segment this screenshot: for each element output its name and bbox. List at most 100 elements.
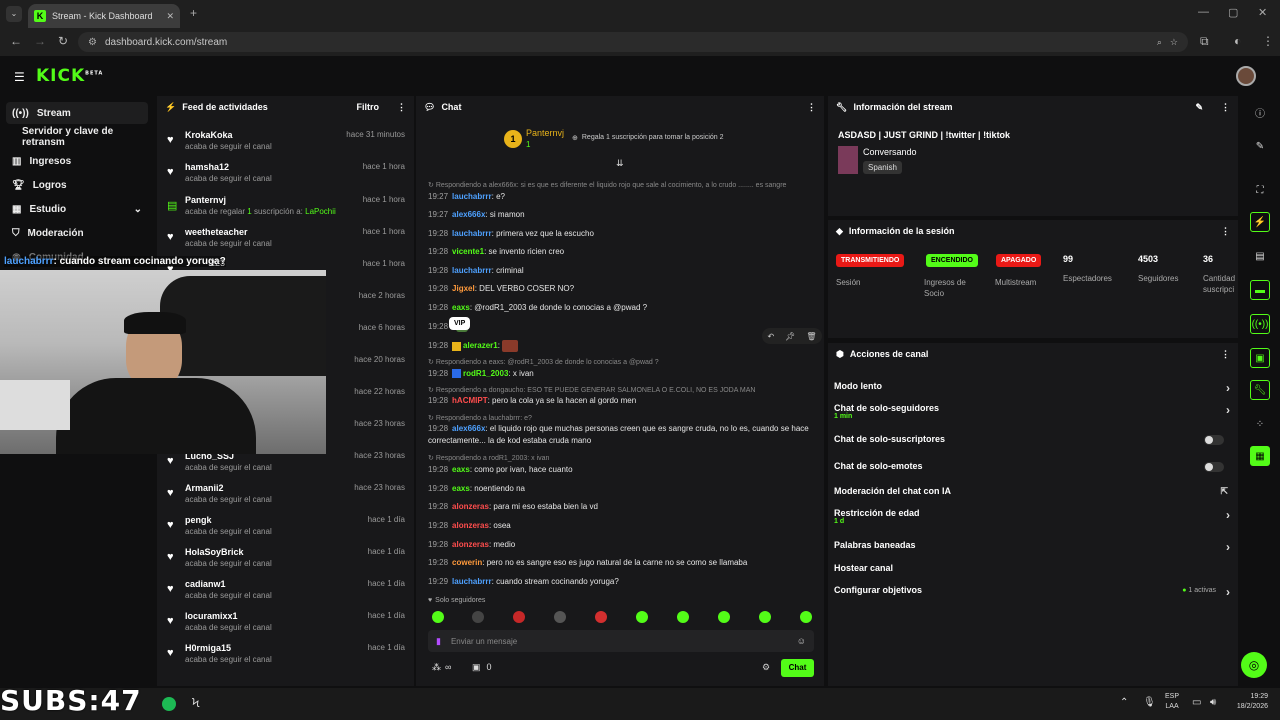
message-username[interactable]: eaxs [452,303,470,312]
message-username[interactable]: lauchabrrr [452,192,492,201]
tab-close-icon[interactable]: ✕ [166,11,174,22]
activity-item[interactable]: ♥ KrokaKoka acaba de seguir el canal hace 3… [165,128,405,158]
activity-username[interactable]: Armanii2 [185,483,224,493]
emote-icon[interactable] [432,611,444,623]
send-chat-button[interactable]: Chat [781,659,814,677]
sidebar-item-logros[interactable]: 🏆︎ Logros [6,174,148,196]
emote-icon[interactable] [759,611,771,623]
browser-menu-icon[interactable]: ⋮ [1262,34,1274,48]
activity-item[interactable]: ♥ pengk acaba de seguir el canal hace 1 día [165,513,405,543]
sidebar-item-estudio[interactable]: ▦ Estudio ⌄ [6,198,148,220]
emote-icon[interactable] [636,611,648,623]
volume-icon[interactable]: 🔊︎ [1210,697,1216,708]
hamburger-menu-icon[interactable]: ☰ [14,70,25,84]
activity-item[interactable]: ♥ Armanii2 acaba de seguir el canal hace 23… [165,481,405,511]
message-username[interactable]: eaxs [452,465,470,474]
message-username[interactable]: alex666x [452,424,485,433]
chat-message[interactable]: 19:28 alonzeras: osea [428,520,818,532]
message-username[interactable]: eaxs [452,484,470,493]
tray-chevron-up-icon[interactable]: ⌃ [1120,697,1128,708]
chat-message[interactable]: 19:28 Jigxel: DEL VERBO COSER NO? [428,283,818,295]
activity-item[interactable]: ♥ H0rmiga15 acaba de seguir el canal hace 1… [165,641,405,671]
message-username[interactable]: alonzeras [452,502,489,511]
kebab-menu-icon[interactable]: ⋮ [807,102,816,113]
kebab-menu-icon[interactable]: ⋮ [397,102,406,113]
delete-icon[interactable]: 🗑︎ [806,332,816,341]
reply-context[interactable]: ↻ Respondiendo a lauchabrrr: e? [428,414,532,422]
chat-icon[interactable]: ▬ [1250,280,1270,300]
tab-list-icon[interactable]: ⌄ [6,6,22,22]
spotify-icon[interactable] [162,697,176,711]
close-window-icon[interactable]: ✕ [1258,6,1267,19]
chat-message[interactable]: 19:28: [428,321,818,333]
green-action-icon[interactable]: ▦ [1250,446,1270,466]
browser-tab[interactable]: K Stream - Kick Dashboard ✕ [28,4,180,28]
chat-message[interactable]: 19:28 lauchabrrr: criminal [428,265,818,277]
message-username[interactable]: alerazer1 [463,341,498,350]
language-indicator[interactable]: ESP LAA [1165,692,1179,712]
extensions-icon[interactable]: ⧉ [1200,34,1209,49]
scroll-down-icon[interactable]: ⇊ [616,158,624,169]
chat-message[interactable]: 19:27 alex666x: si mamon [428,209,818,221]
chat-message[interactable]: 19:28 eaxs: noentiendo na [428,483,818,495]
kebab-menu-icon[interactable]: ⋮ [1221,226,1230,237]
chat-message[interactable]: 19:28 vicente1: se invento ricien creo [428,246,818,258]
chat-input[interactable]: ▮ Enviar un mensaje ☺ [428,630,814,652]
kebab-menu-icon[interactable]: ⋮ [1221,102,1230,113]
message-username[interactable]: alonzeras [452,540,489,549]
document-icon[interactable]: ▤ [1250,246,1270,266]
chat-message[interactable]: 19:28 eaxs: como por ivan, hace cuanto [428,464,818,476]
activity-username[interactable]: hamsha12 [185,162,229,172]
chat-settings-gear-icon[interactable]: ⚙ [762,662,770,673]
quick-action-bolt-icon[interactable]: ⚡ [1250,212,1270,232]
channel-action-row[interactable]: Hostear canal [834,563,1234,583]
message-username[interactable]: lauchabrrr [452,266,492,275]
emoji-picker-icon[interactable]: ☺ [797,636,806,646]
message-username[interactable]: alex666x [452,210,485,219]
message-username[interactable]: Jigxel [452,284,475,293]
sidebar-item-moderacion[interactable]: ⛉ Moderación [6,222,148,244]
reply-icon[interactable]: ↶ [767,332,774,341]
activity-item[interactable]: ♥ locuramixx1 acaba de seguir el canal hace… [165,609,405,639]
support-headset-icon[interactable]: ◎ [1241,652,1267,678]
filter-button[interactable]: Filtro [357,102,380,112]
reply-context[interactable]: ↻ Respondiendo a eaxs: @rodR1_2003 de do… [428,358,659,366]
chat-message[interactable]: 19:28 rodR1_2003: x ivan [428,368,818,380]
chat-message[interactable]: 19:27 lauchabrrr: e? [428,191,818,203]
activity-item[interactable]: ♥ cadianw1 acaba de seguir el canal hace 1 … [165,577,405,607]
activity-username[interactable]: HolaSoyBrick [185,547,244,557]
activity-username[interactable]: KrokaKoka [185,130,233,140]
chat-message[interactable]: 19:28 alex666x: el liquido rojo que mucha… [428,423,818,447]
edit-pencil-icon[interactable]: ✎ [1195,102,1203,113]
top-gifter-name[interactable]: Panternvj [526,128,564,138]
toggle-switch[interactable] [1204,435,1224,445]
mic-icon[interactable]: ▮ [436,636,441,647]
message-username[interactable]: vicente1 [452,247,484,256]
chat-message[interactable]: 19:28 alonzeras: para mi eso estaba bien … [428,501,818,513]
channel-action-row[interactable]: Configurar objetivos ● 1 activas › [834,585,1234,605]
activity-username[interactable]: locuramixx1 [185,611,238,621]
activity-username[interactable]: Panternvj [185,195,226,205]
activity-username[interactable]: H0rmiga15 [185,643,231,653]
activity-item[interactable]: ▤ Panternvj acaba de regalar 1 suscripción… [165,193,405,223]
channel-action-row[interactable]: Palabras baneadas › [834,540,1234,560]
broadcast-icon[interactable]: ((•)) [1250,314,1270,334]
points-counter[interactable]: ⁂ ∞ [432,662,451,673]
network-icon[interactable]: ▭ [1192,697,1201,708]
message-username[interactable]: hACMIPT [452,396,488,405]
message-username[interactable]: lauchabrrr [452,229,492,238]
profile-sync-icon[interactable]: ◐ [1234,34,1241,48]
emote-icon[interactable] [472,611,484,623]
focus-icon[interactable]: ⛶ [1250,180,1270,200]
emote-icon[interactable] [513,611,525,623]
channel-action-row[interactable]: Chat de solo-suscriptores [834,434,1234,454]
layout-icon[interactable]: ▣ [1250,348,1270,368]
chat-message[interactable]: 19:28 cowerin: pero no es sangre eso es j… [428,557,818,569]
message-username[interactable]: lauchabrrr [452,577,492,586]
emote-icon[interactable] [800,611,812,623]
chat-message[interactable]: 19:28 alerazer1: [428,340,818,352]
activity-item[interactable]: ♥ HolaSoyBrick acaba de seguir el canal hac… [165,545,405,575]
kebab-menu-icon[interactable]: ⋮ [1221,349,1230,360]
back-icon[interactable]: ← [10,34,22,48]
zoom-icon[interactable]: ⌕ [1157,37,1162,48]
